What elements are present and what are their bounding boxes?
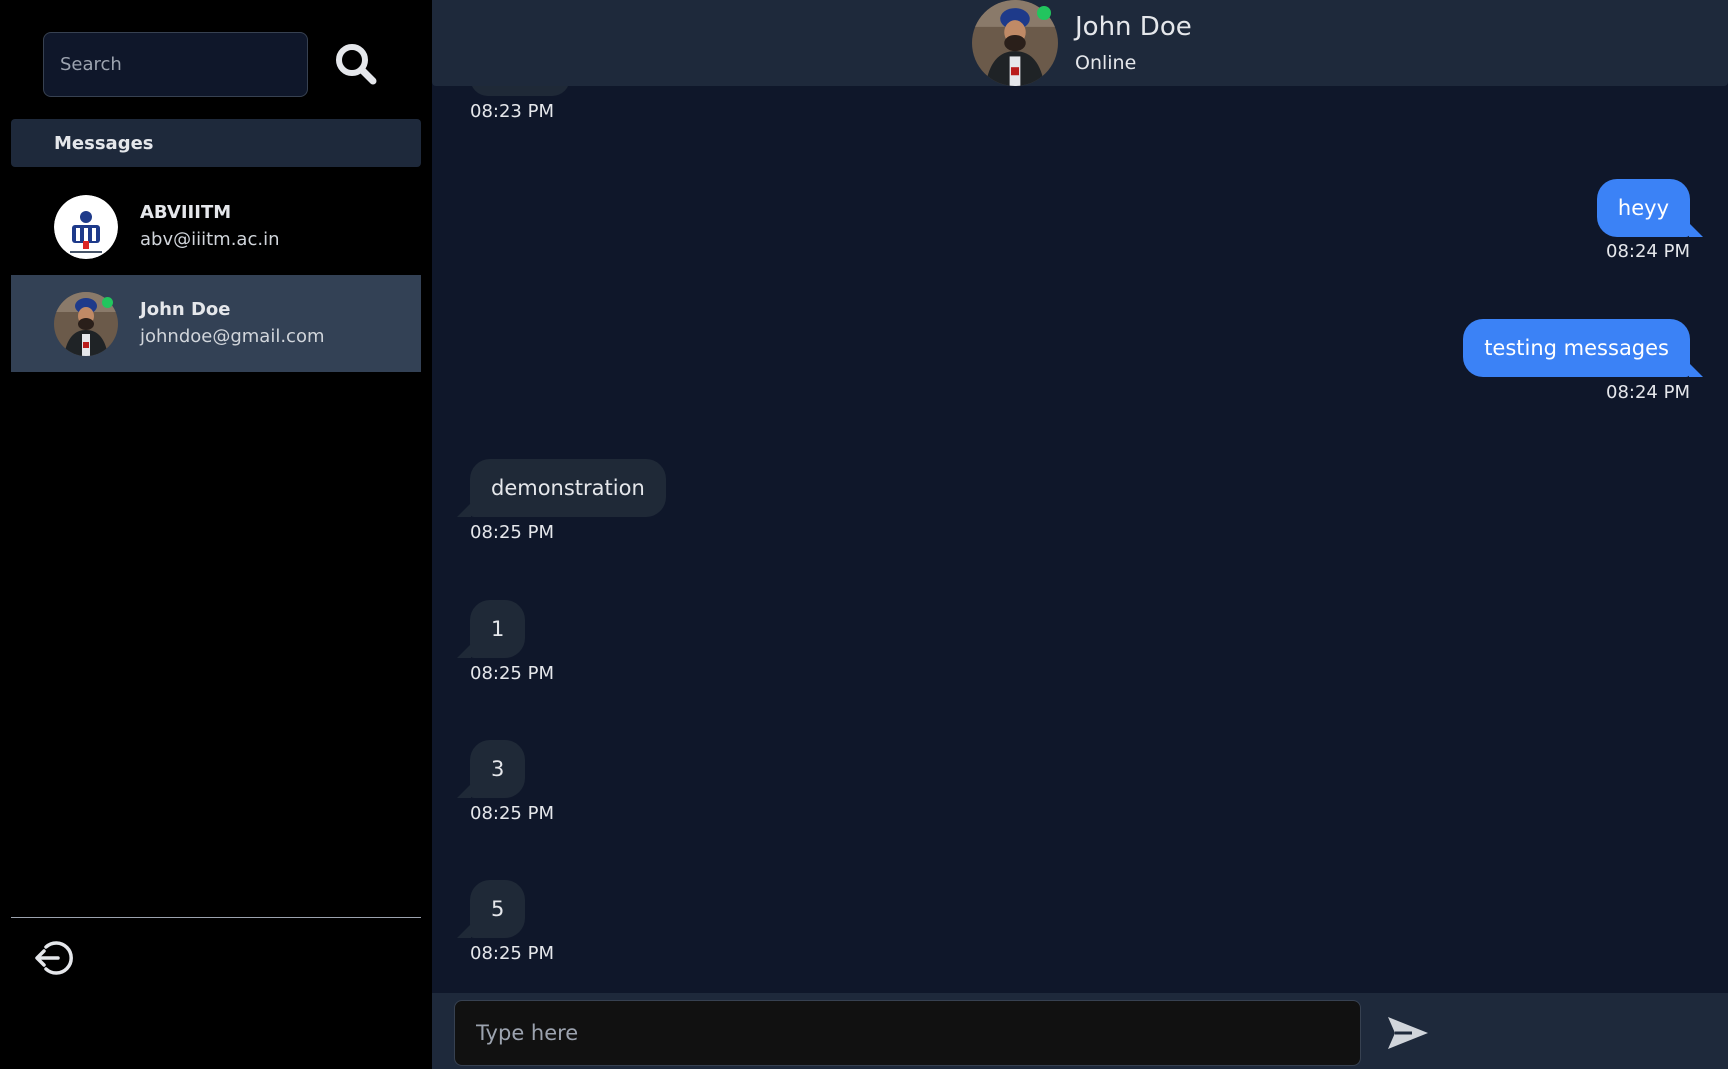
message-bubble-outgoing: testing messages (1463, 319, 1703, 377)
chat-contact-status: Online (1075, 52, 1137, 74)
message-time: 08:23 PM (470, 101, 554, 122)
message-composer (432, 993, 1728, 1069)
contact-item-abviiitm[interactable]: ABVIIITM abv@iiitm.ac.in (11, 178, 421, 275)
chat-header: John Doe Online (432, 0, 1728, 86)
logout-icon[interactable] (34, 938, 74, 978)
message-input-box (454, 1000, 1361, 1066)
sidebar: Messages ABVIIITM abv@iiitm.ac.in (0, 0, 432, 1069)
avatar (54, 291, 118, 356)
message-time: 08:25 PM (470, 522, 554, 543)
contact-name: ABVIIITM (140, 201, 232, 223)
iiitm-logo-avatar (54, 194, 118, 259)
message-time: 08:25 PM (470, 663, 554, 684)
message-time: 08:25 PM (470, 803, 554, 824)
message-time: 08:24 PM (1606, 382, 1690, 403)
sidebar-divider (11, 917, 421, 918)
message-bubble-incoming: 3 (456, 740, 526, 798)
contact-email: abv@iiitm.ac.in (140, 228, 280, 250)
message-bubble-incoming: 1 (456, 600, 526, 658)
message-bubble-incoming: 5 (456, 880, 526, 938)
chat-panel: John Doe Online 08:23 PM heyy 08:24 PM t… (432, 0, 1728, 1069)
message-time: 08:24 PM (1606, 241, 1690, 262)
online-indicator (102, 296, 113, 308)
message-bubble-outgoing: heyy (1596, 179, 1704, 237)
contact-item-john-doe[interactable]: John Doe johndoe@gmail.com (11, 275, 421, 372)
contact-email: johndoe@gmail.com (140, 325, 325, 347)
search-input[interactable] (44, 33, 307, 96)
avatar (54, 194, 118, 259)
message-bubble-incoming: demonstration (457, 459, 666, 517)
chat-contact-name: John Doe (1075, 12, 1192, 42)
search-icon[interactable] (334, 42, 378, 86)
messages-section-title: Messages (54, 132, 154, 154)
send-icon[interactable] (1386, 1013, 1430, 1053)
message-time: 08:25 PM (470, 943, 554, 964)
online-indicator (1037, 6, 1051, 20)
messages-section-header: Messages (11, 119, 421, 167)
contact-name: John Doe (140, 298, 231, 320)
message-input[interactable] (455, 1001, 1360, 1065)
search-box (43, 32, 308, 97)
